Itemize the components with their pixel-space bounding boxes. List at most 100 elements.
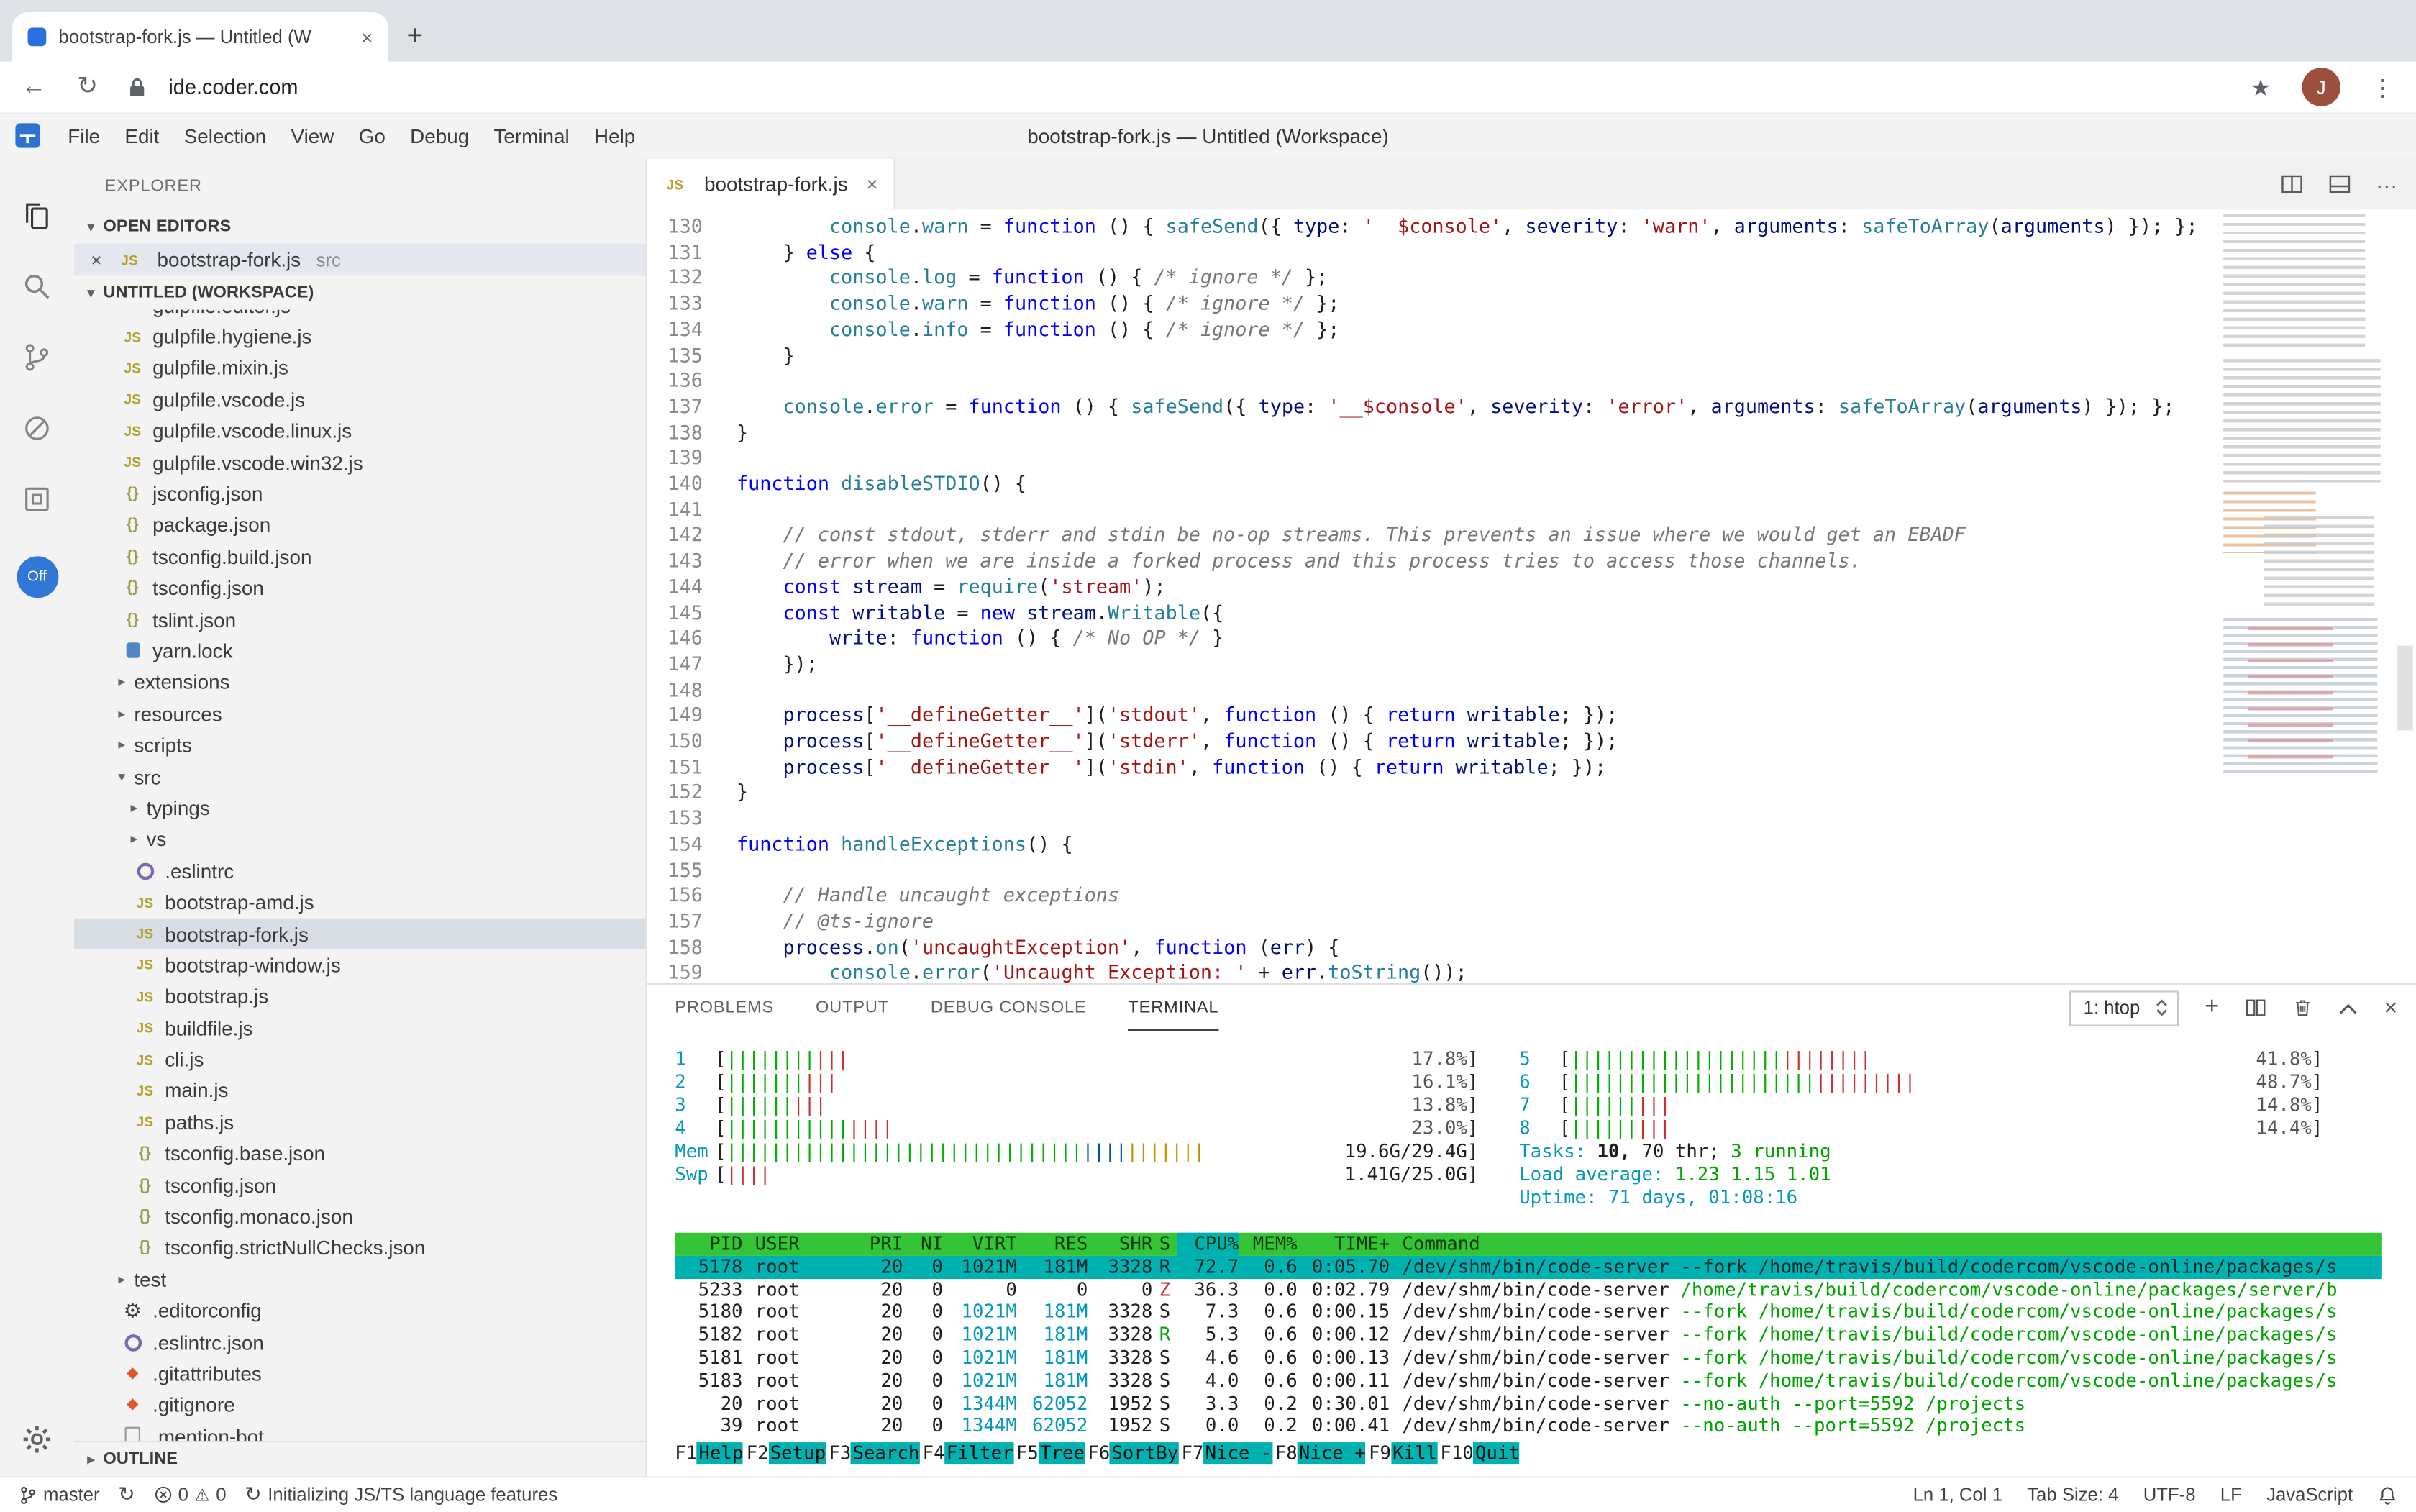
htop-process-row-39[interactable]: 39root2001344M620521952S0.00.20:00.41/de…: [675, 1415, 2382, 1438]
tab-close-icon[interactable]: ×: [361, 25, 373, 48]
tree-file-gulpfile.vscode.linux.js[interactable]: JSgulpfile.vscode.linux.js: [74, 415, 646, 447]
eol-indicator[interactable]: LF: [2220, 1484, 2242, 1506]
htop-fkey-F9[interactable]: F9Kill: [1369, 1442, 1440, 1465]
settings-gear-icon[interactable]: [22, 1424, 53, 1454]
htop-process-row-5180[interactable]: 5180root2001021M181M3328S7.30.60:00.15/d…: [675, 1301, 2382, 1324]
browser-avatar[interactable]: J: [2302, 68, 2340, 106]
htop-fkey-F2[interactable]: F2Setup: [747, 1442, 829, 1465]
tree-file-.mention-bot[interactable]: .mention-bot: [74, 1421, 646, 1441]
tree-folder-src[interactable]: ▾src: [74, 761, 646, 793]
explorer-icon[interactable]: [0, 181, 74, 252]
code-line-133[interactable]: 133 console.warn = function () { /* igno…: [647, 291, 2416, 317]
split-terminal-icon[interactable]: [2246, 997, 2267, 1019]
tree-file-tsconfig.strictNullChecks.json[interactable]: {}tsconfig.strictNullChecks.json: [74, 1232, 646, 1264]
tab-debug-console[interactable]: DEBUG CONSOLE: [931, 985, 1087, 1031]
code-line-142[interactable]: 142 // const stdout, stderr and stdin be…: [647, 523, 2416, 549]
menu-selection[interactable]: Selection: [172, 124, 279, 147]
code-line-135[interactable]: 135 }: [647, 343, 2416, 369]
tree-folder-vs[interactable]: ▸vs: [74, 824, 646, 855]
menu-terminal[interactable]: Terminal: [481, 124, 582, 147]
search-icon[interactable]: [0, 251, 74, 322]
tree-file-gulpfile.mixin.js[interactable]: JSgulpfile.mixin.js: [74, 352, 646, 384]
tab-output[interactable]: OUTPUT: [816, 985, 889, 1031]
menu-help[interactable]: Help: [582, 124, 648, 147]
menu-go[interactable]: Go: [347, 124, 398, 147]
split-editor-icon[interactable]: [2280, 173, 2303, 196]
tree-file-bootstrap-amd.js[interactable]: JSbootstrap-amd.js: [74, 887, 646, 919]
sync-indicator[interactable]: ↻: [118, 1483, 135, 1507]
htop-fkey-F1[interactable]: F1Help: [675, 1442, 746, 1465]
code-line-157[interactable]: 157 // @ts-ignore: [647, 909, 2416, 935]
htop-process-row-5233[interactable]: 5233root200000Z36.30.00:02.79/dev/shm/bi…: [675, 1278, 2382, 1301]
close-panel-icon[interactable]: ×: [2384, 995, 2397, 1021]
htop-fkey-F6[interactable]: F6SortBy: [1088, 1442, 1181, 1465]
encoding-indicator[interactable]: UTF-8: [2143, 1484, 2196, 1506]
code-editor[interactable]: 130 console.warn = function () { safeSen…: [647, 209, 2416, 983]
tree-file-gulpfile.editor.js[interactable]: JSgulpfile.editor.js: [74, 310, 646, 322]
htop-fkey-F10[interactable]: F10Quit: [1440, 1442, 1523, 1465]
menu-edit[interactable]: Edit: [112, 124, 171, 147]
editor-scrollbar[interactable]: [2397, 646, 2412, 731]
tree-file-paths.js[interactable]: JSpaths.js: [74, 1106, 646, 1138]
tree-file-.gitignore[interactable]: ◆.gitignore: [74, 1390, 646, 1421]
tree-file-tsconfig.build.json[interactable]: {}tsconfig.build.json: [74, 541, 646, 573]
tree-file-bootstrap-window.js[interactable]: JSbootstrap-window.js: [74, 949, 646, 981]
close-icon[interactable]: ×: [91, 249, 109, 270]
htop-fkey-F5[interactable]: F5Tree: [1016, 1442, 1088, 1465]
code-line-136[interactable]: 136: [647, 368, 2416, 394]
tree-file-buildfile.js[interactable]: JSbuildfile.js: [74, 1012, 646, 1044]
code-line-151[interactable]: 151 process['__defineGetter__']('stdin',…: [647, 755, 2416, 780]
status-message[interactable]: ↻ Initializing JS/TS language features: [245, 1483, 557, 1507]
htop-fkey-F3[interactable]: F3Search: [829, 1442, 922, 1465]
url-text[interactable]: ide.coder.com: [168, 76, 298, 99]
tree-file-tsconfig.base.json[interactable]: {}tsconfig.base.json: [74, 1138, 646, 1170]
code-line-134[interactable]: 134 console.info = function () { /* igno…: [647, 317, 2416, 343]
code-line-152[interactable]: 152}: [647, 780, 2416, 806]
menu-view[interactable]: View: [278, 124, 346, 147]
code-line-155[interactable]: 155: [647, 857, 2416, 883]
tree-file-.eslintrc.json[interactable]: .eslintrc.json: [74, 1326, 646, 1358]
tree-folder-typings[interactable]: ▸typings: [74, 793, 646, 824]
code-line-149[interactable]: 149 process['__defineGetter__']('stdout'…: [647, 703, 2416, 729]
maximize-panel-icon[interactable]: [2339, 1001, 2358, 1014]
code-line-145[interactable]: 145 const writable = new stream.Writable…: [647, 600, 2416, 626]
browser-menu-icon[interactable]: ⋮: [2371, 73, 2394, 101]
tab-terminal[interactable]: TERMINAL: [1128, 985, 1218, 1031]
new-terminal-icon[interactable]: +: [2205, 994, 2219, 1022]
tree-folder-extensions[interactable]: ▸extensions: [74, 667, 646, 698]
htop-process-row-5183[interactable]: 5183root2001021M181M3328S4.00.60:00.11/d…: [675, 1370, 2382, 1393]
squares-icon[interactable]: [0, 464, 74, 535]
outline-section[interactable]: ▸ OUTLINE: [74, 1441, 646, 1476]
code-line-147[interactable]: 147 });: [647, 652, 2416, 678]
bookmark-star-icon[interactable]: ★: [2251, 73, 2271, 101]
htop-process-row-5182[interactable]: 5182root2001021M181M3328R5.30.60:00.12/d…: [675, 1324, 2382, 1347]
code-line-141[interactable]: 141: [647, 497, 2416, 523]
tree-file-gulpfile.vscode.js[interactable]: JSgulpfile.vscode.js: [74, 384, 646, 416]
code-line-154[interactable]: 154function handleExceptions() {: [647, 832, 2416, 858]
browser-tab[interactable]: bootstrap-fork.js — Untitled (W ×: [12, 12, 388, 62]
tree-file-tsconfig.json[interactable]: {}tsconfig.json: [74, 1170, 646, 1201]
code-line-137[interactable]: 137 console.error = function () { safeSe…: [647, 394, 2416, 420]
site-info-icon[interactable]: [129, 76, 147, 98]
off-badge[interactable]: Off: [16, 556, 58, 598]
language-indicator[interactable]: JavaScript: [2266, 1484, 2353, 1506]
code-line-146[interactable]: 146 write: function () { /* No OP */ }: [647, 626, 2416, 652]
htop-fkey-F8[interactable]: F8Nice +: [1275, 1442, 1369, 1465]
tree-file-main.js[interactable]: JSmain.js: [74, 1075, 646, 1107]
circle-slash-icon[interactable]: [0, 393, 74, 464]
tab-close-icon[interactable]: ×: [866, 173, 877, 196]
tree-folder-test[interactable]: ▸test: [74, 1264, 646, 1295]
branch-indicator[interactable]: master: [19, 1484, 100, 1506]
code-line-132[interactable]: 132 console.log = function () { /* ignor…: [647, 265, 2416, 291]
htop-table-header[interactable]: PIDUSERPRINIVIRTRESSHRSCPU%MEM%TIME+Comm…: [675, 1233, 2382, 1256]
editor-tab[interactable]: JS bootstrap-fork.js ×: [647, 159, 895, 210]
tree-file-bootstrap-fork.js[interactable]: JSbootstrap-fork.js: [74, 918, 646, 949]
code-line-140[interactable]: 140function disableSTDIO() {: [647, 472, 2416, 498]
code-line-150[interactable]: 150 process['__defineGetter__']('stderr'…: [647, 729, 2416, 755]
code-line-158[interactable]: 158 process.on('uncaughtException', func…: [647, 935, 2416, 961]
notifications-bell-icon[interactable]: [2377, 1485, 2397, 1505]
code-line-156[interactable]: 156 // Handle uncaught exceptions: [647, 883, 2416, 909]
htop-process-row-20[interactable]: 20root2001344M620521952S3.30.20:30.01/de…: [675, 1393, 2382, 1416]
menu-file[interactable]: File: [55, 124, 112, 147]
code-line-159[interactable]: 159 console.error('Uncaught Exception: '…: [647, 960, 2416, 983]
